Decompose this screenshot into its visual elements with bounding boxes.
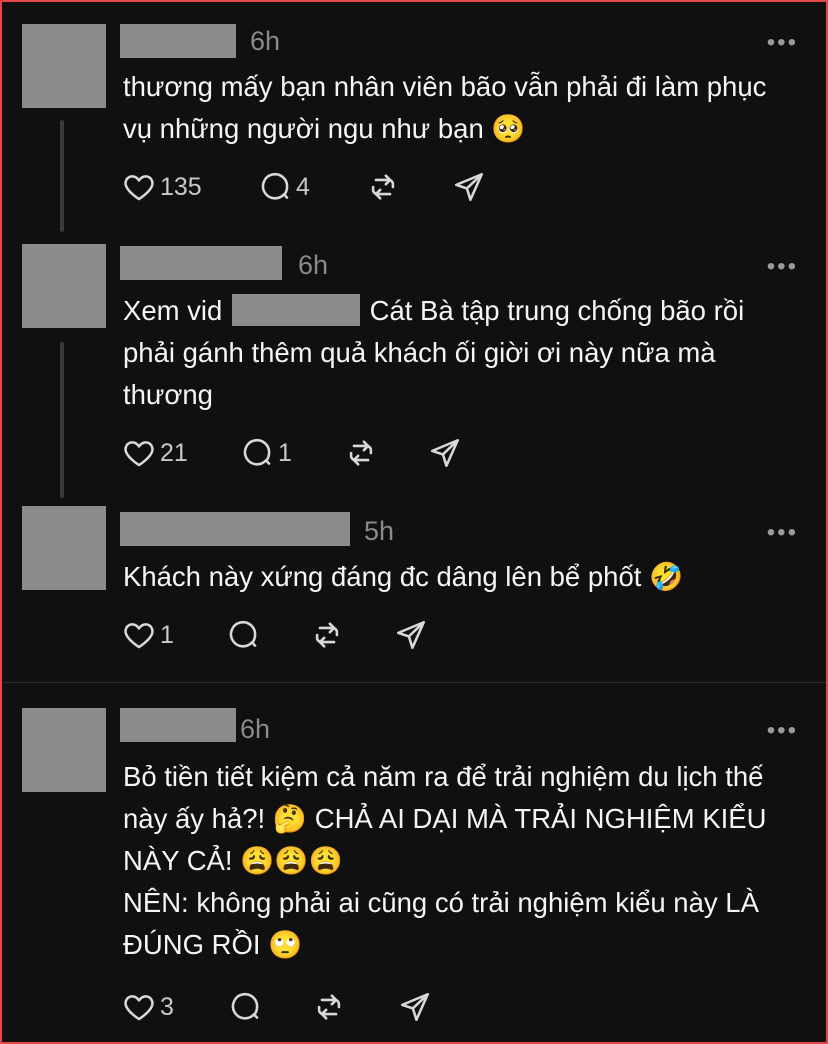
post-text-paragraph: NÊN: không phải ai cũng có trải nghiệm k… bbox=[123, 887, 759, 960]
heart-icon bbox=[124, 175, 154, 201]
like-count: 3 bbox=[160, 992, 174, 1021]
reply-button[interactable]: 4 bbox=[258, 170, 310, 204]
post-text: Khách này xứng đáng đc dâng lên bể phốt … bbox=[123, 561, 684, 592]
post-text-start: Xem vid bbox=[123, 295, 223, 326]
reply-button[interactable]: 1 bbox=[240, 436, 292, 470]
heart-icon bbox=[124, 995, 154, 1021]
share-button[interactable] bbox=[452, 170, 486, 204]
share-button[interactable] bbox=[398, 990, 432, 1024]
repost-button[interactable] bbox=[310, 618, 344, 652]
redacted-mention bbox=[231, 294, 360, 326]
avatar[interactable] bbox=[22, 244, 106, 328]
reply-count: 1 bbox=[278, 438, 292, 467]
heart-icon bbox=[124, 441, 154, 467]
repost-icon bbox=[371, 174, 395, 200]
reply-button[interactable] bbox=[226, 618, 260, 652]
repost-icon bbox=[317, 994, 341, 1020]
post-text-paragraph: Bỏ tiền tiết kiệm cả năm ra để trải nghi… bbox=[123, 761, 767, 876]
like-button[interactable]: 21 bbox=[122, 436, 188, 470]
comment-icon bbox=[261, 172, 289, 200]
repost-button[interactable] bbox=[344, 436, 378, 470]
reply-button[interactable] bbox=[228, 990, 262, 1024]
post-time: 5h bbox=[364, 516, 395, 546]
username-redacted[interactable] bbox=[120, 246, 282, 280]
like-count: 135 bbox=[160, 172, 202, 201]
post-text: thương mấy bạn nhân viên bão vẫn phải đi… bbox=[123, 71, 767, 144]
heart-icon bbox=[124, 623, 154, 649]
post-time: 6h bbox=[250, 26, 281, 56]
username-redacted[interactable] bbox=[120, 708, 236, 742]
reply-count: 4 bbox=[296, 172, 310, 201]
divider bbox=[2, 682, 826, 683]
username-redacted[interactable] bbox=[120, 24, 236, 58]
send-icon bbox=[400, 992, 430, 1022]
like-button[interactable]: 3 bbox=[122, 990, 174, 1024]
thread-line bbox=[60, 342, 64, 498]
username-redacted[interactable] bbox=[120, 512, 350, 546]
like-button[interactable]: 135 bbox=[122, 170, 202, 204]
repost-button[interactable] bbox=[366, 170, 400, 204]
post-text: Bỏ tiền tiết kiệm cả năm ra để trải nghi… bbox=[123, 756, 803, 966]
share-button[interactable] bbox=[428, 436, 462, 470]
comment-icon bbox=[231, 992, 259, 1020]
avatar[interactable] bbox=[22, 24, 106, 108]
avatar[interactable] bbox=[22, 708, 106, 792]
send-icon bbox=[396, 620, 426, 650]
like-count: 1 bbox=[160, 620, 174, 649]
repost-button[interactable] bbox=[312, 990, 346, 1024]
thread-line bbox=[60, 120, 64, 232]
like-button[interactable]: 1 bbox=[122, 618, 174, 652]
repost-icon bbox=[315, 622, 339, 648]
comment-icon bbox=[229, 620, 257, 648]
post-time: 6h bbox=[240, 714, 271, 744]
comment-icon bbox=[243, 438, 271, 466]
send-icon bbox=[454, 172, 484, 202]
more-options-icon[interactable]: ••• bbox=[767, 31, 798, 55]
more-options-icon[interactable]: ••• bbox=[767, 255, 798, 279]
post-time: 6h bbox=[298, 250, 329, 280]
repost-icon bbox=[349, 440, 373, 466]
send-icon bbox=[430, 438, 460, 468]
avatar[interactable] bbox=[22, 506, 106, 590]
more-options-icon[interactable]: ••• bbox=[767, 719, 798, 743]
threads-feed: 6h ••• thương mấy bạn nhân viên bão vẫn … bbox=[0, 0, 828, 1044]
post-text: Xem vid Cát Bà tập trung chống bão rồi p… bbox=[123, 290, 803, 416]
share-button[interactable] bbox=[394, 618, 428, 652]
like-count: 21 bbox=[160, 438, 188, 467]
more-options-icon[interactable]: ••• bbox=[767, 521, 798, 545]
